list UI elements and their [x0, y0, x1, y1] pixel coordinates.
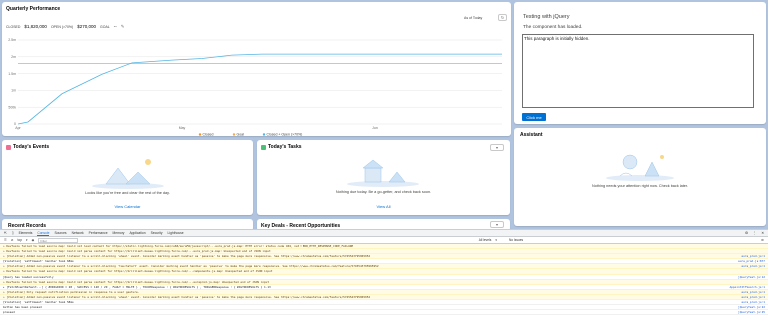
- events-illustration: [92, 159, 164, 189]
- closed-open-series-line: [17, 53, 502, 125]
- console-log-text: ▸ [FetchEventDefault...] { #ORIGINID = 2…: [3, 284, 271, 289]
- filter-chevron-down-icon: ▾: [495, 145, 498, 150]
- legend-label: Closed: [203, 133, 214, 136]
- devtools-tab[interactable]: Memory: [113, 231, 125, 235]
- context-chevron-down-icon[interactable]: ▾: [26, 238, 28, 242]
- tasks-icon: [261, 144, 266, 150]
- x-tick-label: Apr: [15, 126, 21, 130]
- console-log-line: pressed jQueryTest.js:25: [0, 310, 768, 316]
- click-me-button[interactable]: Click me: [522, 113, 546, 121]
- refresh-button[interactable]: ↻: [498, 14, 507, 21]
- assistant-title: Assistant: [520, 132, 543, 138]
- y-tick-label: 500k: [8, 105, 16, 109]
- todays-tasks-card: Today's Tasks ▾ Nothing due today. Be a …: [257, 140, 510, 215]
- console-settings-gear-icon[interactable]: ⚙: [761, 238, 768, 242]
- jquery-test-card: Testing with jQuery The component has lo…: [514, 2, 766, 124]
- tasks-illustration: [347, 159, 419, 187]
- console-source-link[interactable]: jQueryTest.js:25: [736, 310, 765, 314]
- assistant-empty-text: Nothing needs your attention right now. …: [591, 184, 689, 188]
- legend-swatch: [198, 133, 202, 136]
- more-options-icon[interactable]: ⋮: [753, 231, 756, 235]
- devtools-tab[interactable]: Network: [72, 231, 84, 235]
- hidden-paragraph-textarea[interactable]: This paragraph is initially hidden.: [522, 34, 754, 108]
- performance-chart: 2.5m2m1.5m1m500k0Apr May JunClosed Goal Clos…: [8, 38, 502, 136]
- console-log-text: ⚠ [Violation] Added non-passive event li…: [3, 254, 371, 259]
- devtools-tab[interactable]: Application: [129, 231, 145, 235]
- console-log-text: button has been pressed: [3, 305, 42, 310]
- console-log-text: ⚠ [Violation] Added non-passive event li…: [3, 294, 371, 299]
- view-calendar-link[interactable]: View Calendar: [2, 204, 253, 209]
- x-tick-label: May: [179, 126, 186, 130]
- events-title: Today's Events: [13, 144, 50, 150]
- devtools-panel: ⇱ ▯ Elements Console Sources Network Per…: [0, 229, 768, 331]
- calendar-icon: [6, 144, 11, 150]
- console-log-text: ⚠ DevTools failed to load source map: Co…: [3, 279, 270, 284]
- console-log-text: [Violation] 'setTimeout' handler took 58…: [3, 300, 74, 305]
- context-select[interactable]: top: [18, 238, 22, 242]
- events-empty-text: Looks like you're free and clear the res…: [85, 191, 170, 195]
- events-header: Today's Events: [6, 144, 49, 150]
- refresh-icon: ↻: [500, 15, 505, 20]
- console-log-text: jQuery has loaded successfully: [3, 274, 54, 279]
- tasks-filter-button[interactable]: ▾: [490, 144, 504, 151]
- assistant-illustration: [606, 154, 674, 181]
- legend-swatch: [262, 133, 266, 136]
- tasks-empty-text: Nothing due today. Be a go-getter, and c…: [335, 190, 432, 194]
- assistant-card: Assistant Nothing needs your attention r…: [514, 128, 766, 226]
- as-of-label: As of Today: [464, 16, 483, 20]
- devtools-tab[interactable]: Security: [151, 231, 163, 235]
- tasks-title: Today's Tasks: [268, 144, 302, 150]
- y-tick-label: 2m: [11, 55, 16, 59]
- y-tick-label: 1m: [11, 89, 16, 93]
- console-filter-input[interactable]: Filter: [38, 237, 79, 243]
- log-levels-dropdown[interactable]: All levels: [479, 238, 492, 242]
- console-log-text: [Violation] 'setTimeout' handler took 68…: [3, 259, 74, 264]
- inspect-icon[interactable]: ⇱: [4, 231, 7, 235]
- devtools-tab[interactable]: Sources: [54, 231, 66, 235]
- x-tick-label: Jun: [372, 126, 378, 130]
- deals-menu-button[interactable]: ▾: [490, 221, 504, 228]
- card-title: Quarterly Performance: [6, 6, 61, 12]
- console-log-text: ⚠ [Violation] Added non-passive event li…: [3, 264, 379, 269]
- y-tick-label: 2.5m: [8, 38, 16, 42]
- devtools-tab[interactable]: Elements: [19, 231, 33, 235]
- tasks-header: Today's Tasks: [261, 144, 302, 150]
- jquery-heading: Testing with jQuery: [523, 14, 570, 20]
- loaded-text: The component has loaded.: [523, 25, 583, 30]
- console-log-text: pressed: [3, 310, 15, 315]
- console-log-area[interactable]: ⚠ DevTools failed to load source map: Co…: [0, 244, 768, 316]
- todays-events-card: Today's Events Looks like you're free an…: [2, 140, 253, 215]
- levels-chevron-down-icon[interactable]: ▾: [495, 238, 497, 242]
- device-toggle-icon[interactable]: ▯: [12, 231, 14, 235]
- legend-label: Closed + Open (>70%): [267, 133, 303, 136]
- console-log-text: ⚠ [Violation] Only request notification …: [3, 289, 140, 294]
- devtools-tab-console[interactable]: Console: [37, 231, 50, 236]
- legend-label: Goal: [237, 133, 245, 136]
- console-toolbar: ☰ ⊘ top ▾ ◉ Filter All levels ▾ No Issue…: [0, 237, 768, 244]
- close-devtools-icon[interactable]: ✕: [761, 231, 768, 235]
- deals-chevron-down-icon: ▾: [495, 222, 498, 227]
- clear-console-icon[interactable]: ⊘: [11, 238, 14, 242]
- eye-icon[interactable]: ◉: [32, 238, 35, 242]
- console-log-text: ⚠ DevTools failed to load source map: Co…: [3, 269, 273, 274]
- devtools-tab[interactable]: Performance: [89, 231, 108, 235]
- quarterly-performance-card: Quarterly Performance As of Today ↻ CLOS…: [2, 2, 511, 136]
- devtools-tab[interactable]: Lighthouse: [168, 231, 184, 235]
- settings-gear-icon[interactable]: ⚙: [745, 231, 748, 235]
- console-log-text: ⚠ DevTools failed to load source map: Co…: [3, 244, 354, 248]
- console-log-text: ⚠ DevTools failed to load source map: Co…: [3, 249, 271, 254]
- legend-swatch: [232, 133, 236, 136]
- y-tick-label: 1.5m: [8, 72, 16, 76]
- issues-status[interactable]: No Issues: [509, 238, 523, 242]
- devtools-tabbar: ⇱ ▯ Elements Console Sources Network Per…: [0, 230, 768, 237]
- view-all-tasks-link[interactable]: View All: [257, 204, 510, 209]
- sidebar-toggle-icon[interactable]: ☰: [4, 238, 7, 242]
